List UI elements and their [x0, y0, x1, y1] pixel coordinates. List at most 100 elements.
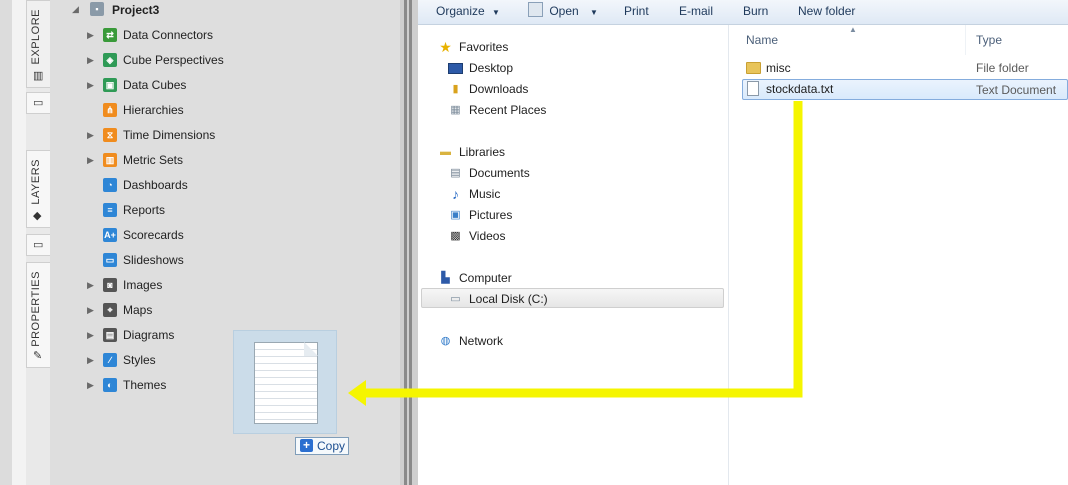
drag-ghost-file [233, 330, 337, 434]
navigation-pane [418, 25, 728, 485]
styles-icon: ∕ [103, 353, 117, 367]
file-type: File folder [976, 61, 1029, 75]
explore-tree-panel: ◢ ▪ Project3 ▶ ⇄ Data Connectors ▶ ◈ Cube Per… [50, 0, 400, 485]
collapse-arrow-icon[interactable]: ◢ [72, 0, 82, 19]
file-type: Text Document [976, 83, 1057, 97]
plus-icon: + [300, 439, 313, 452]
network-icon: ◍ [440, 335, 451, 347]
panel-icon: ▭ [33, 239, 44, 251]
expand-arrow-icon[interactable]: ▶ [87, 25, 97, 45]
videos-icon: ▩ [450, 230, 461, 242]
tree-item-label: Dashboards [123, 178, 188, 192]
nav-music-label: Music [469, 187, 501, 201]
expand-arrow-icon[interactable]: ▶ [87, 125, 97, 145]
expand-arrow-icon[interactable]: ▶ [87, 150, 97, 170]
expand-arrow-icon[interactable]: ▶ [87, 300, 97, 320]
column-divider[interactable] [965, 25, 966, 55]
strip-edge [0, 0, 12, 485]
tree-item-label: Diagrams [123, 328, 175, 342]
pictures-icon: ▣ [450, 209, 461, 221]
hierarchies-icon: ⋔ [103, 103, 117, 117]
expand-arrow-icon[interactable]: ▶ [87, 75, 97, 95]
slideshows-icon: ▭ [103, 253, 117, 267]
splitter-grip [409, 0, 412, 485]
folder-icon [746, 62, 761, 74]
column-header-name[interactable]: Name [746, 33, 778, 47]
strip-gutter [12, 0, 26, 485]
panel-icon: ▭ [33, 97, 44, 109]
tree-item-label: Data Cubes [123, 78, 187, 92]
explore-icon: ▥ [33, 70, 44, 82]
tab-layers-label: LAYERS [30, 159, 42, 205]
burn-button[interactable]: Burn [743, 0, 768, 24]
tree-item-label: Maps [123, 303, 153, 317]
desktop-icon [448, 63, 463, 74]
open-button[interactable]: Open ▼ [528, 0, 598, 24]
maps-icon: ⌖ [103, 303, 117, 317]
expand-arrow-icon[interactable]: ▶ [87, 375, 97, 395]
column-header-type[interactable]: Type [976, 33, 1002, 47]
expand-arrow-icon[interactable]: ▶ [87, 350, 97, 370]
sort-indicator-icon: ▲ [849, 25, 857, 34]
metric-sets-icon: ▥ [103, 153, 117, 167]
tree-item-label: Hierarchies [123, 103, 184, 117]
email-label: E-mail [679, 4, 714, 18]
data-cubes-icon: ▣ [103, 78, 117, 92]
expand-arrow-icon[interactable]: ▶ [87, 325, 97, 345]
tree-item-label: Data Connectors [123, 28, 214, 42]
nav-favorites-label: Favorites [459, 40, 509, 54]
tab-properties-label: PROPERTIES [30, 271, 42, 347]
text-file-icon [747, 81, 759, 96]
tab-layers[interactable]: LAYERS ◆ [26, 150, 50, 228]
panel-splitter[interactable] [400, 0, 418, 485]
selected-nav-highlight [421, 288, 724, 308]
computer-icon: ▙ [441, 272, 450, 284]
tree-item-label: Cube Perspectives [123, 53, 224, 67]
tab-properties[interactable]: PROPERTIES ✎ [26, 262, 50, 368]
documents-icon: ▤ [450, 167, 461, 179]
explorer-toolbar: Organize ▼ Open ▼ Print E-mail Burn New … [418, 0, 1068, 25]
print-label: Print [624, 4, 649, 18]
nav-local-disk-label: Local Disk (C:) [469, 292, 548, 306]
expand-arrow-icon[interactable]: ▶ [87, 50, 97, 70]
local-disk-icon: ▭ [450, 293, 461, 305]
tab-collapse-1[interactable]: ▭ [26, 92, 50, 114]
nav-computer-label: Computer [459, 271, 512, 285]
organize-label: Organize [436, 4, 485, 18]
file-name: misc [766, 61, 791, 75]
dropdown-arrow-icon: ▼ [492, 8, 500, 17]
pencil-icon: ✎ [33, 350, 43, 362]
project-label: Project3 [112, 3, 160, 17]
music-icon: ♪ [452, 186, 459, 202]
tree-item-label: Styles [123, 353, 156, 367]
nav-libraries-label: Libraries [459, 145, 506, 159]
side-tab-strip: EXPLORE ▥ ▭ LAYERS ◆ ▭ PROPERTIES ✎ [0, 0, 50, 485]
nav-pictures-label: Pictures [469, 208, 513, 222]
pane-divider[interactable] [728, 25, 729, 485]
tree-item-label: Metric Sets [123, 153, 184, 167]
new-folder-button[interactable]: New folder [798, 0, 855, 24]
tab-collapse-2[interactable]: ▭ [26, 234, 50, 256]
print-button[interactable]: Print [624, 0, 649, 24]
nav-downloads-label: Downloads [469, 82, 529, 96]
new-folder-label: New folder [798, 4, 856, 18]
time-dimensions-icon: ⧖ [103, 128, 117, 142]
tab-explore-label: EXPLORE [30, 9, 42, 65]
cube-perspectives-icon: ◈ [103, 53, 117, 67]
burn-label: Burn [743, 4, 769, 18]
dashboards-icon: ◔ [103, 178, 117, 192]
scorecards-icon: A+ [103, 228, 117, 242]
themes-icon: ◐ [103, 378, 117, 392]
tab-explore[interactable]: EXPLORE ▥ [26, 0, 50, 88]
nav-desktop-label: Desktop [469, 61, 514, 75]
nav-videos-label: Videos [469, 229, 506, 243]
images-icon: ◙ [103, 278, 117, 292]
open-icon [528, 2, 543, 17]
nav-documents-label: Documents [469, 166, 530, 180]
reports-icon: ≡ [103, 203, 117, 217]
project-icon: ▪ [90, 2, 104, 16]
expand-arrow-icon[interactable]: ▶ [87, 275, 97, 295]
email-button[interactable]: E-mail [679, 0, 713, 24]
file-list-header: Name ▲ Type [729, 25, 1068, 55]
organize-button[interactable]: Organize ▼ [436, 0, 500, 24]
